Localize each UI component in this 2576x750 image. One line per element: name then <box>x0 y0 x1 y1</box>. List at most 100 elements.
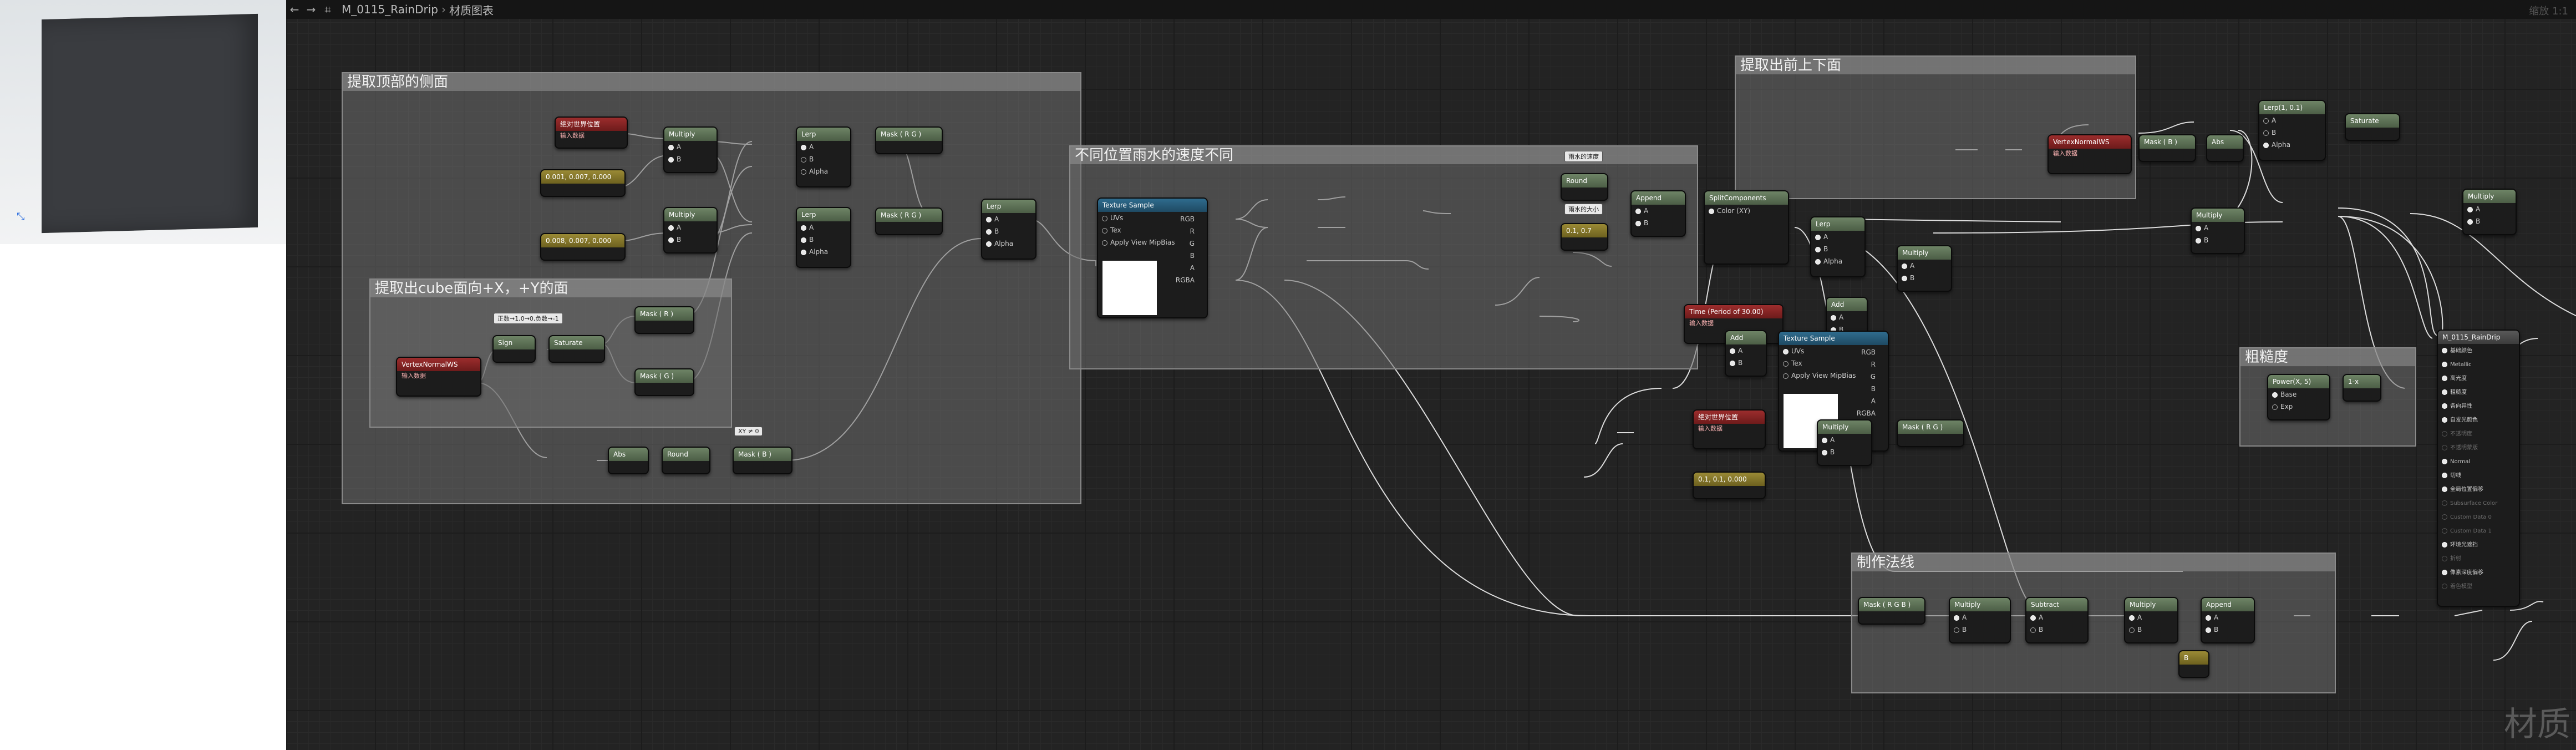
texture-sample-node-1[interactable]: Texture Sample UVs Tex Apply View MipBia… <box>1097 197 1208 318</box>
pin-a[interactable]: A <box>2202 611 2254 624</box>
pin-b[interactable]: B <box>982 225 1035 237</box>
pin-b[interactable]: B <box>1950 624 2010 636</box>
pin-alpha[interactable]: Alpha <box>797 246 850 258</box>
round-node-1[interactable]: Round <box>662 447 710 474</box>
append-node-1[interactable]: Append A B <box>1630 190 1686 237</box>
pin-b[interactable]: B <box>2125 624 2177 636</box>
pin-a[interactable]: A <box>1811 231 1864 243</box>
pin-a[interactable]: A <box>664 221 717 234</box>
mask-rg-node-3[interactable]: Mask ( R G ) <box>1897 419 1964 447</box>
result-pin[interactable]: Normal <box>2438 455 2519 469</box>
result-pin[interactable]: Metallic <box>2438 358 2519 372</box>
pin-alpha[interactable]: Alpha <box>797 165 850 178</box>
pin-b[interactable]: B <box>664 153 717 165</box>
result-pin[interactable]: 粗糙度 <box>2438 386 2519 399</box>
breadcrumb-asset[interactable]: M_0115_RainDrip <box>342 3 438 16</box>
pin-b[interactable]: B <box>1898 272 1951 284</box>
pin-exp[interactable]: Exp <box>2268 401 2329 413</box>
sign-node[interactable]: Sign <box>492 335 536 363</box>
mask-rg-node-1[interactable]: Mask ( R G ) <box>875 126 943 154</box>
pin-a[interactable]: A <box>664 141 717 153</box>
round-node-2[interactable]: Round <box>1561 173 1608 201</box>
result-pin[interactable]: Subsurface Color <box>2438 496 2519 510</box>
add-node-2[interactable]: Add A B <box>1725 330 1767 377</box>
result-pin[interactable]: 自发光颜色 <box>2438 413 2519 427</box>
comment-front-faces[interactable]: 提取出前上下面 <box>1735 55 2136 199</box>
multiply-node-1[interactable]: Multiply A B <box>663 126 718 173</box>
one-minus-node[interactable]: 1-x <box>2343 374 2381 402</box>
mask-rgb-node[interactable]: Mask ( R G B ) <box>1858 597 1925 625</box>
pin-alpha[interactable]: Alpha <box>982 237 1035 250</box>
saturate-node-2[interactable]: Saturate <box>2345 113 2400 141</box>
multiply-node-5[interactable]: Multiply A B <box>2191 207 2245 254</box>
pin-a[interactable]: A <box>1950 611 2010 624</box>
multiply-node-2[interactable]: Multiply A B <box>663 207 718 254</box>
pin-b[interactable]: B <box>797 234 850 246</box>
pin-b[interactable]: B <box>2192 234 2244 246</box>
result-pin[interactable]: 折射 <box>2438 552 2519 566</box>
lerp-node-3[interactable]: Lerp A B Alpha <box>981 199 1037 260</box>
pin-alpha[interactable]: Alpha <box>2259 139 2325 151</box>
lerp-node-5[interactable]: Lerp(1, 0.1) A B Alpha <box>2258 100 2326 161</box>
pin-b[interactable]: B <box>2463 215 2516 227</box>
vertex-normal-node-1[interactable]: VertexNormalWS 输入数据 <box>396 357 481 397</box>
result-pin[interactable]: 全局位置偏移 <box>2438 483 2519 496</box>
mask-r-node-1[interactable]: Mask ( R ) <box>634 306 694 334</box>
subtract-node[interactable]: Subtract A B <box>2025 597 2089 643</box>
forward-arrow-icon[interactable]: → <box>303 3 319 16</box>
pin-a[interactable]: A <box>1632 205 1685 217</box>
abs-node[interactable]: Abs <box>608 447 649 474</box>
result-pin[interactable]: 不透明蒙版 <box>2438 441 2519 455</box>
pin-b[interactable]: B <box>2202 624 2254 636</box>
pin-b[interactable]: B <box>1632 217 1685 229</box>
vertex-normal-node-2[interactable]: VertexNormalWS 输入数据 <box>2047 134 2132 174</box>
pin-base[interactable]: Base <box>2268 388 2329 401</box>
multiply-node-4[interactable]: Multiply A B <box>1817 419 1872 466</box>
abs-node-2[interactable]: Abs <box>2206 134 2244 162</box>
lerp-node-1[interactable]: Lerp A B Alpha <box>796 126 851 188</box>
result-pin[interactable]: 着色模型 <box>2438 580 2519 594</box>
pin-a[interactable]: A <box>2259 114 2325 126</box>
pin-a[interactable]: A <box>982 213 1035 225</box>
pin-b[interactable]: B <box>664 234 717 246</box>
multiply-node-7[interactable]: Multiply A B <box>1949 597 2011 643</box>
absolute-world-position-node-2[interactable]: 绝对世界位置 输入数据 <box>1693 409 1766 449</box>
constant-node-b[interactable]: 0.008, 0.007, 0.000 <box>540 233 626 261</box>
pin-a[interactable]: A <box>2026 611 2087 624</box>
pin-b[interactable]: B <box>1811 243 1864 255</box>
split-components-node[interactable]: SplitComponents Color (XY) <box>1704 190 1789 265</box>
viewport-preview[interactable]: ⤡ <box>0 0 286 244</box>
constant-node-e[interactable]: B <box>2178 650 2209 678</box>
pin-a[interactable]: A <box>797 221 850 234</box>
result-pin[interactable]: 像素深度偏移 <box>2438 566 2519 580</box>
material-graph[interactable]: ← → ⌗ M_0115_RainDrip › 材质图表 缩放 1:1 提取顶部… <box>286 0 2576 750</box>
pin-alpha[interactable]: Alpha <box>1811 255 1864 267</box>
result-pin[interactable]: 各向异性 <box>2438 399 2519 413</box>
pin-a[interactable]: A <box>2192 222 2244 234</box>
mask-b-node-1[interactable]: Mask ( B ) <box>733 447 792 474</box>
pin-a[interactable]: A <box>2463 203 2516 215</box>
constant-node-a[interactable]: 0.001, 0.007, 0.000 <box>540 169 626 197</box>
result-pin[interactable]: Custom Data 0 <box>2438 510 2519 524</box>
material-result-node[interactable]: M_0115_RainDrip 基础颜色 Metallic 高光度 粗糙度 各向异性 自发… <box>2437 330 2520 607</box>
pin-b[interactable]: B <box>2026 624 2087 636</box>
result-pin[interactable]: 不透明度 <box>2438 427 2519 441</box>
saturate-node-1[interactable]: Saturate <box>548 335 605 363</box>
back-arrow-icon[interactable]: ← <box>286 3 303 16</box>
mask-b-node-2[interactable]: Mask ( B ) <box>2138 134 2196 162</box>
pin-a[interactable]: A <box>797 141 850 153</box>
pin-b[interactable]: B <box>797 153 850 165</box>
absolute-world-position-node[interactable]: 绝对世界位置 输入数据 <box>555 116 628 149</box>
multiply-node-3[interactable]: Multiply A B <box>1897 245 1952 292</box>
power-node[interactable]: Power(X, 5) Base Exp <box>2267 374 2330 420</box>
append-node-2[interactable]: Append A B <box>2201 597 2255 643</box>
pin-b[interactable]: B <box>2259 126 2325 139</box>
pin-b[interactable]: B <box>1818 446 1871 458</box>
lerp-node-4[interactable]: Lerp A B Alpha <box>1810 216 1866 277</box>
lerp-node-2[interactable]: Lerp A B Alpha <box>796 207 851 268</box>
mask-g-node-1[interactable]: Mask ( G ) <box>634 368 694 396</box>
mask-rg-node-2[interactable]: Mask ( R G ) <box>875 207 943 235</box>
pin-a[interactable]: A <box>2125 611 2177 624</box>
pin-a[interactable]: A <box>1726 344 1766 357</box>
result-pin[interactable]: Custom Data 1 <box>2438 524 2519 538</box>
